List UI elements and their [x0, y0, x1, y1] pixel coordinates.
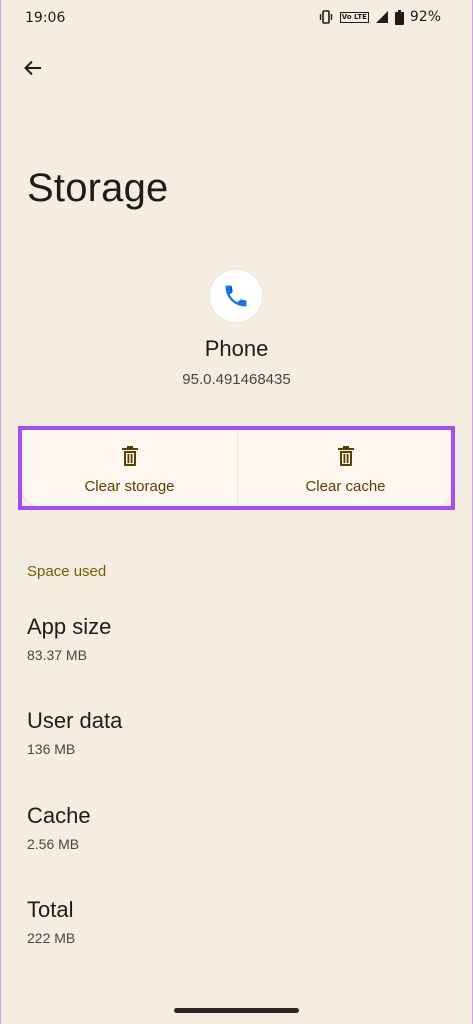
phone-icon — [225, 285, 247, 307]
user-data-row[interactable]: User data 136 MB — [27, 708, 122, 757]
app-name: Phone — [204, 336, 269, 361]
row-title: App size — [27, 614, 112, 639]
trash-icon — [337, 446, 354, 466]
storage-actions: Clear storage Clear cache — [22, 430, 453, 508]
space-used-header: Space used — [27, 563, 107, 580]
battery-icon — [394, 9, 404, 25]
back-button[interactable] — [18, 53, 48, 83]
status-icons: Vo LTE 92% — [318, 9, 441, 25]
app-size-row[interactable]: App size 83.37 MB — [27, 614, 111, 663]
battery-percent: 92% — [409, 9, 441, 25]
row-title: Cache — [27, 803, 91, 828]
clear-storage-button[interactable]: Clear storage — [22, 430, 237, 508]
app-icon — [210, 270, 262, 322]
clear-cache-button[interactable]: Clear cache — [237, 430, 453, 508]
trash-icon — [121, 446, 138, 466]
status-bar: 19:06 Vo LTE 92% — [0, 0, 473, 36]
home-indicator[interactable] — [174, 1008, 299, 1013]
vibrate-icon — [318, 10, 334, 24]
arrow-back-icon — [24, 60, 41, 76]
row-value: 83.37 MB — [27, 647, 87, 663]
row-value: 222 MB — [27, 930, 76, 946]
status-time: 19:06 — [25, 10, 66, 26]
cache-row[interactable]: Cache 2.56 MB — [27, 803, 91, 852]
page-title: Storage — [27, 166, 169, 210]
row-value: 2.56 MB — [27, 836, 80, 852]
total-row[interactable]: Total 222 MB — [27, 897, 75, 946]
clear-storage-label: Clear storage — [84, 478, 175, 495]
row-title: User data — [27, 708, 123, 733]
row-title: Total — [27, 897, 74, 922]
row-value: 136 MB — [27, 741, 76, 757]
window-frame — [0, 0, 473, 1024]
signal-icon — [375, 10, 389, 24]
volte-icon: Vo LTE — [339, 11, 369, 23]
clear-cache-label: Clear cache — [305, 478, 386, 495]
app-version: 95.0.491468435 — [182, 371, 291, 388]
